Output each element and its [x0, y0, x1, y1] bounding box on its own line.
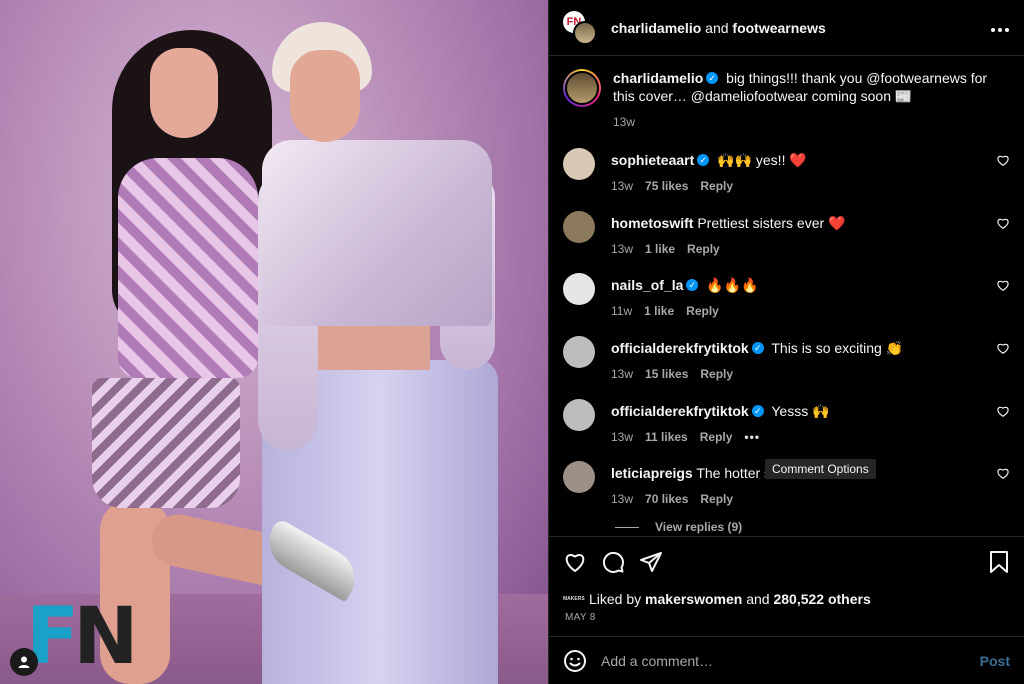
comment-text: Yesss 🙌 [771, 403, 830, 419]
caption-time[interactable]: 13w [613, 115, 635, 129]
comment-text: 🔥🔥🔥 [706, 277, 759, 293]
comment-time[interactable]: 13w [611, 242, 633, 256]
comment-username[interactable]: hometoswift [611, 215, 693, 231]
likes-count[interactable]: 280,522 others [773, 591, 870, 607]
post-comment-button[interactable]: Post [980, 653, 1010, 669]
header-user1-link[interactable]: charlidamelio [611, 20, 701, 36]
comment-text: The hotter s [696, 465, 772, 481]
caption-username[interactable]: charlidamelio [613, 70, 703, 86]
person-icon [18, 656, 30, 668]
comment-like-heart-icon[interactable] [996, 466, 1010, 480]
smiley-icon[interactable] [563, 649, 587, 673]
comment-like-heart-icon[interactable] [996, 153, 1010, 167]
comment-text: This is so exciting 👏 [771, 340, 904, 356]
verified-badge-icon: ✓ [751, 405, 764, 418]
comment-username[interactable]: leticiapreigs [611, 465, 693, 481]
post-date[interactable]: MAY 8 [565, 612, 596, 623]
more-horizontal-icon [991, 28, 1009, 32]
collab-avatars[interactable]: FN [563, 10, 597, 45]
likes-summary: MAKERS Liked by makerswomen and 280,522 … [563, 591, 871, 607]
comment-reply-button[interactable]: Reply [686, 304, 719, 318]
comment-time[interactable]: 11w [611, 304, 632, 318]
comment-likes[interactable]: 15 likes [645, 367, 688, 381]
comment-avatar[interactable] [563, 461, 595, 493]
comment-item: hometoswift Prettiest sisters ever ❤️ 13… [563, 211, 1010, 258]
comment-likes[interactable]: 70 likes [645, 492, 688, 506]
comment-item: nails_of_la ✓ 🔥🔥🔥 11w 1 like Reply [563, 273, 1010, 320]
comment-time[interactable]: 13w [611, 367, 633, 381]
model-right-midriff [300, 320, 430, 370]
post-actions-bar [563, 544, 1010, 580]
comment-username[interactable]: nails_of_la [611, 277, 683, 293]
comment-item: sophieteaart ✓ 🙌🙌 yes!! ❤️ 13w 75 likes Rep… [563, 148, 1010, 195]
comment-item: officialderekfrytiktok ✓ Yesss 🙌 13w 11 li… [563, 399, 1010, 446]
comment-avatar[interactable] [563, 211, 595, 243]
caption-avatar [565, 71, 599, 105]
post-caption: charlidamelio ✓ big things!!! thank you @… [549, 57, 1024, 131]
comment-avatar[interactable] [563, 273, 595, 305]
comments-section[interactable]: charlidamelio ✓ big things!!! thank you @… [549, 57, 1024, 537]
comment-like-heart-icon[interactable] [996, 341, 1010, 355]
post-header: FN charlidamelio and footwearnews [549, 0, 1024, 56]
model-right-jacket [262, 140, 492, 326]
comment-like-heart-icon[interactable] [996, 404, 1010, 418]
header-usernames: charlidamelio and footwearnews [611, 20, 826, 36]
comment-item: officialderekfrytiktok ✓ This is so excit… [563, 336, 1010, 383]
bookmark-icon[interactable] [988, 550, 1010, 574]
comment-likes[interactable]: 1 like [644, 304, 674, 318]
model-right-face [290, 50, 360, 142]
comment-reply-button[interactable]: Reply [687, 242, 720, 256]
charlidamelio-avatar[interactable] [573, 20, 597, 45]
view-replies-button[interactable]: View replies (9) [615, 520, 742, 534]
comment-text: Prettiest sisters ever ❤️ [697, 215, 846, 231]
comment-like-heart-icon[interactable] [996, 216, 1010, 230]
verified-badge-icon: ✓ [706, 72, 719, 85]
add-comment-row: Post [549, 636, 1024, 684]
model-left-sequin-top [118, 158, 258, 378]
verified-badge-icon: ✓ [686, 279, 699, 292]
comment-icon[interactable] [601, 550, 625, 574]
add-comment-input[interactable] [601, 652, 980, 669]
header-and: and [701, 19, 733, 36]
comment-avatar[interactable] [563, 336, 595, 368]
view-replies-label: View replies (9) [655, 520, 743, 534]
comment-options-tooltip: Comment Options [765, 459, 876, 479]
view-replies-line [615, 526, 639, 528]
likes-middle: and [746, 591, 770, 607]
comment-text: 🙌🙌 yes!! ❤️ [717, 152, 807, 168]
model-left-sequin-skirt [92, 378, 240, 508]
comment-username[interactable]: officialderekfrytiktok [611, 340, 749, 356]
comment-time[interactable]: 13w [611, 492, 633, 506]
caption-avatar-story-ring[interactable] [563, 69, 601, 107]
comment-likes[interactable]: 75 likes [645, 179, 688, 193]
verified-badge-icon: ✓ [697, 154, 710, 167]
verified-badge-icon: ✓ [751, 342, 764, 355]
comment-options-button[interactable]: ••• [744, 430, 760, 444]
post-side-panel: FN charlidamelio and footwearnews charli… [548, 0, 1024, 684]
comment-username[interactable]: sophieteaart [611, 152, 694, 168]
comment-time[interactable]: 13w [611, 179, 633, 193]
comment-avatar[interactable] [563, 148, 595, 180]
likes-prefix: Liked by [589, 591, 642, 607]
comment-reply-button[interactable]: Reply [700, 179, 733, 193]
comment-likes[interactable]: 11 likes [645, 430, 688, 444]
liker-avatar[interactable]: MAKERS [563, 592, 585, 606]
liker-username[interactable]: makerswomen [645, 591, 742, 607]
tagged-users-button[interactable] [10, 648, 38, 676]
comment-reply-button[interactable]: Reply [700, 430, 733, 444]
comment-like-heart-icon[interactable] [996, 278, 1010, 292]
comment-likes[interactable]: 1 like [645, 242, 675, 256]
more-options-button[interactable] [990, 17, 1010, 38]
heart-icon[interactable] [563, 550, 587, 574]
model-left-face [150, 48, 218, 138]
comment-reply-button[interactable]: Reply [700, 367, 733, 381]
comment-time[interactable]: 13w [611, 430, 633, 444]
comment-username[interactable]: officialderekfrytiktok [611, 403, 749, 419]
comment-avatar[interactable] [563, 399, 595, 431]
fn-logo: FN [26, 592, 139, 682]
comment-reply-button[interactable]: Reply [700, 492, 733, 506]
post-photo[interactable]: FN [0, 0, 548, 684]
header-user2-link[interactable]: footwearnews [732, 20, 825, 36]
send-icon[interactable] [639, 550, 663, 574]
